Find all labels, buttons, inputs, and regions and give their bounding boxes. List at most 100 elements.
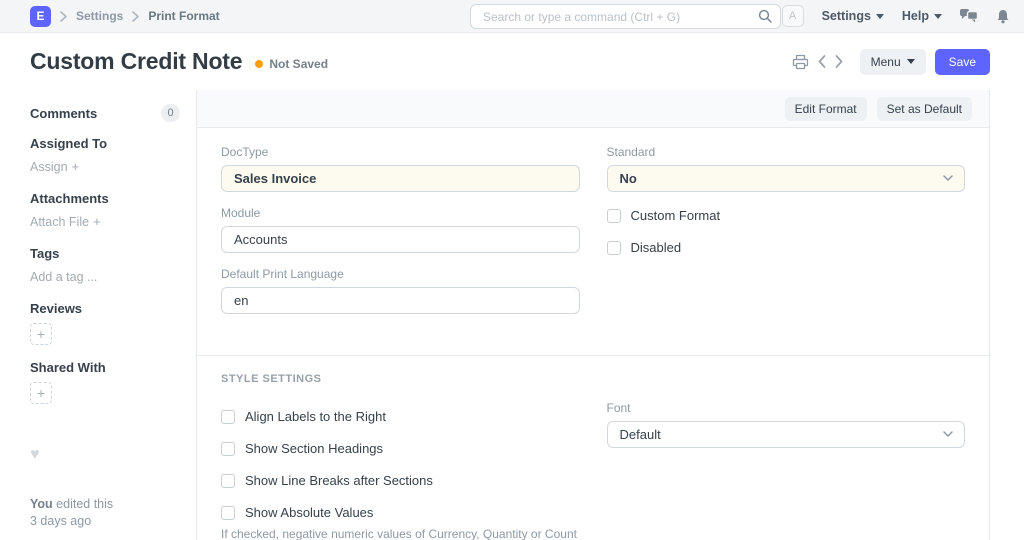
assign-button[interactable]: Assign + [30,159,80,174]
page-head: Custom Credit Note Not Saved Menu Save [0,33,1024,90]
attachments-section: Attachments Attach File + [30,191,180,231]
line-breaks-label: Show Line Breaks after Sections [245,473,433,488]
prev-record-icon[interactable] [818,55,826,68]
line-breaks-checkbox-row[interactable]: Show Line Breaks after Sections [221,473,580,488]
attachments-heading: Attachments [30,191,109,206]
standard-label: Standard [606,145,656,159]
navbar-right: A Settings Help [781,5,1010,27]
align-labels-label: Align Labels to the Right [245,409,386,424]
standard-field: Standard No [606,145,965,192]
shared-with-heading: Shared With [30,360,106,375]
tags-section: Tags Add a tag ... [30,246,180,286]
line-breaks-checkbox[interactable] [221,473,235,488]
status-text: Not Saved [269,56,329,71]
breadcrumb-chevron-icon [132,10,140,22]
standard-select[interactable]: No [606,165,965,192]
search-icon [758,9,772,23]
modified-when: 3 days ago [30,514,92,528]
assigned-to-section: Assigned To Assign + [30,136,180,176]
form-inner-toolbar: Edit Format Set as Default [197,90,989,128]
edit-format-button[interactable]: Edit Format [784,96,867,121]
avatar[interactable]: A [781,5,804,27]
font-select[interactable]: Default [606,421,965,448]
notifications-bell-icon[interactable] [996,9,1010,24]
page-title: Custom Credit Note [30,48,243,74]
custom-format-label: Custom Format [630,208,721,223]
reviews-section: Reviews + [30,301,180,345]
custom-format-checkbox-row[interactable]: Custom Format [606,208,966,223]
settings-menu-label: Settings [821,9,871,23]
navbar: E Settings Print Format A Settings [0,0,1024,33]
shared-with-section: Shared With + [30,360,180,404]
absolute-values-checkbox[interactable] [221,505,235,520]
style-settings-heading: STYLE SETTINGS [221,373,322,385]
align-labels-checkbox[interactable] [221,409,235,424]
menu-button[interactable]: Menu [859,48,926,75]
search-input[interactable] [470,4,781,29]
form-main: Edit Format Set as Default DocType Sales… [196,90,990,540]
print-language-input[interactable]: en [221,287,580,314]
main-section-right-column: Standard No Custom Format Disabled [606,145,966,328]
print-language-field: Default Print Language en [221,267,580,314]
absolute-values-label: Show Absolute Values [245,505,374,520]
app-logo[interactable]: E [30,5,51,27]
add-tag-input[interactable]: Add a tag ... [30,270,97,284]
form-sidebar: Comments 0 Assigned To Assign + Attachmen… [0,90,196,540]
module-field: Module Accounts [221,206,580,253]
add-share-button[interactable]: + [30,382,52,404]
add-review-button[interactable]: + [30,323,52,345]
caret-down-icon [934,13,942,19]
main-section-left-column: DocType Sales Invoice Module Accounts De… [221,145,580,328]
doctype-field: DocType Sales Invoice [221,145,580,192]
print-language-label: Default Print Language [221,267,344,281]
section-headings-checkbox-row[interactable]: Show Section Headings [221,441,580,456]
save-button[interactable]: Save [934,48,990,75]
print-icon[interactable] [792,54,809,70]
breadcrumb-settings[interactable]: Settings [76,9,123,23]
status-badge: Not Saved [255,57,328,71]
unsaved-dot-icon [255,59,264,68]
settings-menu[interactable]: Settings [822,9,884,23]
set-as-default-button[interactable]: Set as Default [876,96,972,121]
absolute-values-checkbox-row[interactable]: Show Absolute Values [221,505,580,520]
comments-count-badge: 0 [161,104,180,122]
global-search [470,4,781,29]
comments-link[interactable]: Comments [30,106,97,121]
chat-icon[interactable] [960,9,978,23]
assigned-to-heading: Assigned To [30,136,108,151]
plus-icon: + [93,214,101,229]
app-logo-letter: E [36,9,45,23]
style-settings-right-column: Font Default [606,401,965,540]
breadcrumb-print-format[interactable]: Print Format [148,9,219,23]
absolute-values-help-text: If checked, negative numeric values of C… [221,527,577,540]
next-record-icon[interactable] [835,55,843,68]
style-settings-grid: Align Labels to the Right Show Section H… [221,401,965,540]
chevron-down-icon [943,431,953,437]
attach-file-button[interactable]: Attach File + [30,214,101,229]
section-headings-label: Show Section Headings [245,441,384,456]
page-actions: Menu Save [792,48,990,75]
help-menu[interactable]: Help [902,9,942,23]
chevron-down-icon [943,175,953,181]
disabled-label: Disabled [630,240,682,255]
breadcrumb-chevron-icon [60,10,67,22]
module-input[interactable]: Accounts [221,226,580,253]
disabled-checkbox[interactable] [606,240,621,255]
font-label: Font [606,401,631,415]
caret-down-icon [906,59,915,64]
module-label: Module [221,206,261,220]
style-settings-left-column: Align Labels to the Right Show Section H… [221,401,580,540]
custom-format-checkbox[interactable] [606,208,621,223]
doctype-label: DocType [221,145,269,159]
align-labels-checkbox-row[interactable]: Align Labels to the Right [221,409,580,424]
doctype-input[interactable]: Sales Invoice [221,165,580,192]
font-field: Font Default [606,401,965,448]
like-heart-icon[interactable]: ♥ [30,446,180,464]
help-menu-label: Help [901,9,929,23]
style-settings-section: STYLE SETTINGS Align Labels to the Right… [197,356,989,540]
disabled-checkbox-row[interactable]: Disabled [606,240,966,255]
plus-icon: + [71,159,80,174]
tags-heading: Tags [30,246,60,261]
comments-row: Comments 0 [30,104,180,122]
section-headings-checkbox[interactable] [221,441,235,456]
